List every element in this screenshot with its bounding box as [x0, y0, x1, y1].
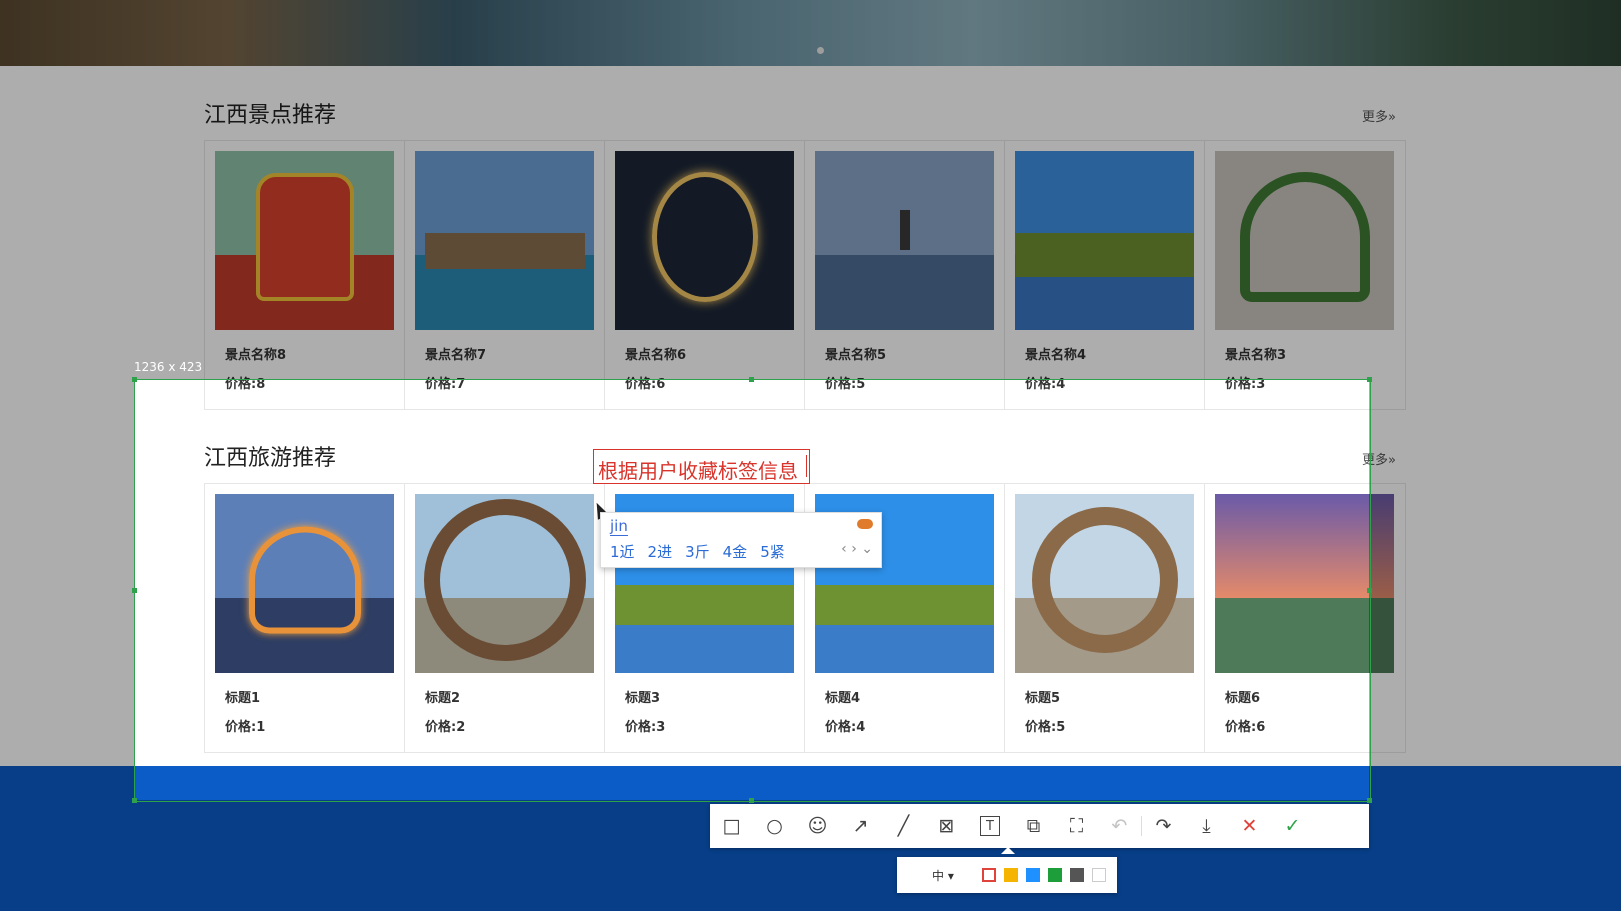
- resize-handle[interactable]: [132, 798, 137, 803]
- text-icon[interactable]: T: [980, 816, 1000, 836]
- attraction-card[interactable]: 景点名称6 价格:6: [605, 141, 805, 409]
- card-price: 价格:4: [1025, 377, 1066, 392]
- color-swatch-yellow[interactable]: [1004, 868, 1018, 882]
- screenshot-toolbar: □ ○ ☺ ↗ ╱ ⊠ T ⧉ ⛶ ↶ ↷ ⤓ ✕ ✓: [710, 804, 1369, 848]
- card-price: 价格:1: [225, 720, 266, 735]
- hero-banner: [0, 0, 1621, 66]
- text-style-bar: 中 ▾: [897, 857, 1117, 893]
- card-price: 价格:2: [425, 720, 466, 735]
- attraction-card[interactable]: 景点名称8 价格:8: [205, 141, 405, 409]
- travel-image: [1215, 494, 1394, 673]
- card-price: 价格:5: [825, 377, 866, 392]
- save-icon[interactable]: ⤓: [1185, 804, 1228, 848]
- card-title: 标题3: [625, 691, 661, 706]
- text-caret: [806, 455, 807, 477]
- card-title: 标题5: [1025, 691, 1061, 706]
- confirm-icon[interactable]: ✓: [1271, 804, 1314, 848]
- card-price: 价格:6: [1225, 720, 1266, 735]
- attraction-image: [1015, 151, 1194, 330]
- card-price: 价格:6: [625, 377, 666, 392]
- card-title: 标题1: [225, 691, 261, 706]
- color-swatch-blue[interactable]: [1026, 868, 1040, 882]
- carousel-dot[interactable]: [817, 47, 824, 54]
- section-title-travel: 江西旅游推荐: [204, 446, 337, 471]
- attraction-image: [215, 151, 394, 330]
- card-price: 价格:4: [825, 720, 866, 735]
- travel-image: [415, 494, 594, 673]
- ocr-icon[interactable]: ⛶: [1055, 804, 1098, 848]
- card-price: 价格:3: [1225, 377, 1266, 392]
- ime-candidates: 1近 2进 3斤 4金 5紧: [610, 541, 785, 562]
- rectangle-icon[interactable]: □: [710, 804, 753, 848]
- card-price: 价格:3: [625, 720, 666, 735]
- travel-image: [215, 494, 394, 673]
- text-annotation-box[interactable]: 根据用户收藏标签信息: [593, 449, 810, 484]
- ime-candidate-window: jin 1近 2进 3斤 4金 5紧 ‹ › ⌄: [600, 512, 882, 568]
- card-title: 景点名称5: [825, 348, 887, 363]
- card-title: 景点名称8: [225, 348, 287, 363]
- card-title: 标题6: [1225, 691, 1261, 706]
- mosaic-icon[interactable]: ⊠: [925, 804, 968, 848]
- more-link-attractions[interactable]: 更多»: [1362, 106, 1396, 125]
- resize-handle[interactable]: [749, 798, 754, 803]
- card-price: 价格:7: [425, 377, 466, 392]
- color-swatch-white[interactable]: [1092, 868, 1106, 882]
- line-icon[interactable]: ╱: [882, 804, 925, 848]
- travel-card[interactable]: 标题5 价格:5: [1005, 484, 1205, 752]
- emoji-icon[interactable]: ☺: [796, 804, 839, 848]
- more-link-travel[interactable]: 更多»: [1362, 449, 1396, 468]
- ime-candidate[interactable]: 2进: [648, 541, 673, 562]
- attraction-card[interactable]: 景点名称7 价格:7: [405, 141, 605, 409]
- attractions-grid: 景点名称8 价格:8 景点名称7 价格:7 景点名称6 价格:6 景点名称5 价…: [204, 140, 1406, 410]
- redo-icon[interactable]: ↷: [1142, 804, 1185, 848]
- card-title: 景点名称7: [425, 348, 487, 363]
- selection-size-label: 1236 x 423: [134, 360, 203, 374]
- font-size-select[interactable]: 中 ▾: [932, 867, 982, 884]
- card-title: 景点名称6: [625, 348, 687, 363]
- attraction-card[interactable]: 景点名称5 价格:5: [805, 141, 1005, 409]
- ime-page-arrows-icon[interactable]: ‹ › ⌄: [841, 541, 873, 557]
- ime-logo-icon: [857, 519, 873, 529]
- resize-handle[interactable]: [132, 377, 137, 382]
- color-swatch-green[interactable]: [1048, 868, 1062, 882]
- ellipse-icon[interactable]: ○: [753, 804, 796, 848]
- card-title: 景点名称3: [1225, 348, 1287, 363]
- arrow-icon[interactable]: ↗: [839, 804, 882, 848]
- undo-icon[interactable]: ↶: [1098, 804, 1141, 848]
- attraction-image: [415, 151, 594, 330]
- travel-card[interactable]: 标题2 价格:2: [405, 484, 605, 752]
- resize-handle[interactable]: [132, 588, 137, 593]
- attraction-card[interactable]: 景点名称3 价格:3: [1205, 141, 1405, 409]
- card-title: 标题2: [425, 691, 461, 706]
- ime-composition: jin: [610, 517, 628, 536]
- section-title-attractions: 江西景点推荐: [204, 103, 337, 128]
- card-title: 景点名称4: [1025, 348, 1087, 363]
- cancel-icon[interactable]: ✕: [1228, 804, 1271, 848]
- color-swatch-red[interactable]: [982, 868, 996, 882]
- text-annotation: 根据用户收藏标签信息: [598, 459, 798, 483]
- attraction-card[interactable]: 景点名称4 价格:4: [1005, 141, 1205, 409]
- ime-candidate[interactable]: 5紧: [760, 541, 785, 562]
- pin-icon[interactable]: ⧉: [1012, 804, 1055, 848]
- travel-card[interactable]: 标题6 价格:6: [1205, 484, 1405, 752]
- resize-handle[interactable]: [1367, 798, 1372, 803]
- resize-handle[interactable]: [1367, 377, 1372, 382]
- attraction-image: [1215, 151, 1394, 330]
- card-price: 价格:5: [1025, 720, 1066, 735]
- card-price: 价格:8: [225, 377, 266, 392]
- travel-card[interactable]: 标题1 价格:1: [205, 484, 405, 752]
- subbar-pointer: [1001, 847, 1015, 854]
- attraction-image: [815, 151, 994, 330]
- resize-handle[interactable]: [1367, 588, 1372, 593]
- resize-handle[interactable]: [749, 377, 754, 382]
- travel-image: [1015, 494, 1194, 673]
- ime-candidate[interactable]: 1近: [610, 541, 635, 562]
- color-swatch-gray[interactable]: [1070, 868, 1084, 882]
- ime-candidate[interactable]: 4金: [723, 541, 748, 562]
- card-title: 标题4: [825, 691, 861, 706]
- attraction-image: [615, 151, 794, 330]
- ime-candidate[interactable]: 3斤: [685, 541, 710, 562]
